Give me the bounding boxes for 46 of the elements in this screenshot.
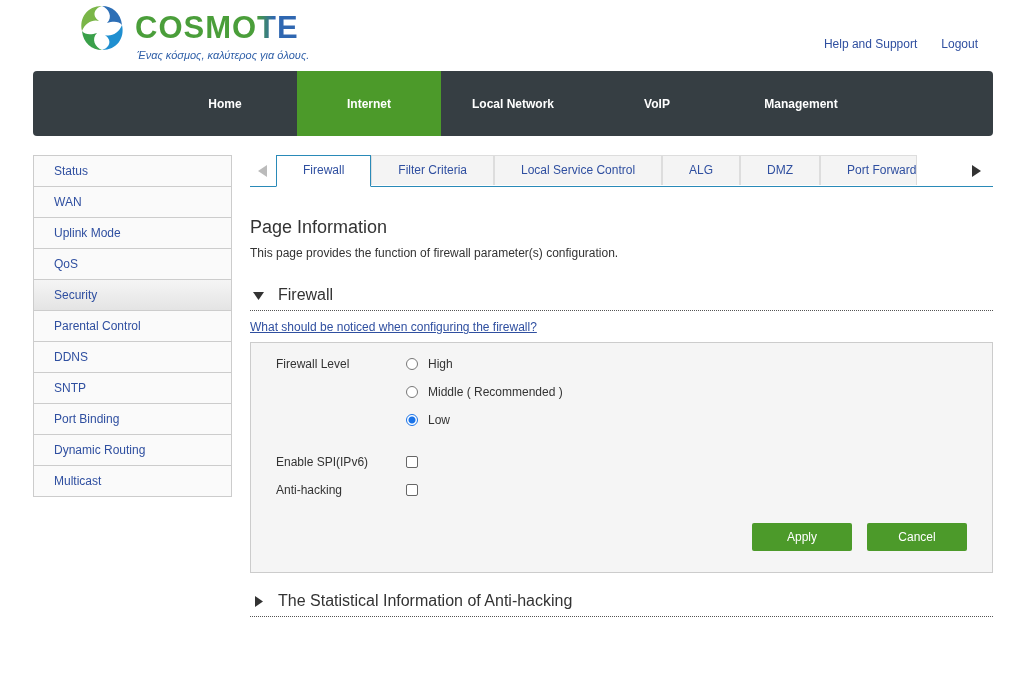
field-label: Anti-hacking: [276, 483, 344, 497]
scroll-right-icon[interactable]: [971, 164, 981, 177]
page-description: This page provides the function of firewall parameter(s) configuration.: [250, 246, 620, 260]
radio-button[interactable]: [406, 414, 418, 426]
tab[interactable]: Port Forward: [820, 155, 918, 185]
sidebar-item[interactable]: Port Binding: [34, 404, 231, 435]
checkbox[interactable]: [406, 456, 418, 468]
field-label: Firewall Level: [276, 357, 351, 373]
tab[interactable]: Firewall: [276, 155, 372, 187]
radio-button[interactable]: [406, 358, 418, 370]
radio-label: High: [428, 357, 453, 371]
section-title: The Statistical Information of Anti-hacking: [278, 592, 573, 610]
header-link[interactable]: Help and Support: [823, 37, 918, 71]
radio-label: Low: [428, 413, 450, 427]
action-button[interactable]: Apply: [752, 523, 852, 551]
sidebar-item[interactable]: Parental Control: [34, 311, 231, 342]
collapse-icon[interactable]: [253, 289, 264, 301]
brand-tagline: Ένας κόσμος, καλύτερος για όλους.: [137, 49, 310, 61]
action-button[interactable]: Cancel: [867, 523, 967, 551]
sidebar-item[interactable]: Dynamic Routing: [34, 435, 231, 466]
sidebar-item[interactable]: DDNS: [34, 342, 231, 373]
page-title: Page Information: [250, 217, 389, 238]
tab[interactable]: Filter Criteria: [371, 155, 494, 185]
nav-tab[interactable]: Management: [729, 71, 873, 136]
sidebar-item[interactable]: SNTP: [34, 373, 231, 404]
nav-tab[interactable]: Internet: [297, 71, 441, 136]
radio-button[interactable]: [406, 386, 418, 398]
nav-tab[interactable]: Home: [153, 71, 297, 136]
tab[interactable]: ALG: [662, 155, 741, 185]
header-link[interactable]: Logout: [941, 37, 978, 71]
sidebar-item[interactable]: Uplink Mode: [34, 218, 231, 249]
sidebar-item[interactable]: Multicast: [34, 466, 231, 497]
radio-label: Middle ( Recommended ): [428, 385, 563, 399]
sidebar-item[interactable]: Security: [34, 280, 231, 311]
expand-icon[interactable]: [253, 595, 264, 607]
tab[interactable]: Local Service Control: [494, 155, 663, 185]
nav-tab[interactable]: Local Network: [441, 71, 585, 136]
nav-tab[interactable]: VoIP: [585, 71, 729, 136]
checkbox[interactable]: [406, 484, 418, 496]
sidebar-item[interactable]: Status: [34, 156, 231, 187]
sidebar-item[interactable]: WAN: [34, 187, 231, 218]
sidebar-item[interactable]: QoS: [34, 249, 231, 280]
section-title: Firewall: [278, 286, 334, 304]
help-link[interactable]: What should be noticed when configuring the firewall?: [250, 320, 993, 334]
tab[interactable]: DMZ: [740, 155, 821, 185]
field-label: Enable SPI(IPv6): [276, 455, 370, 469]
